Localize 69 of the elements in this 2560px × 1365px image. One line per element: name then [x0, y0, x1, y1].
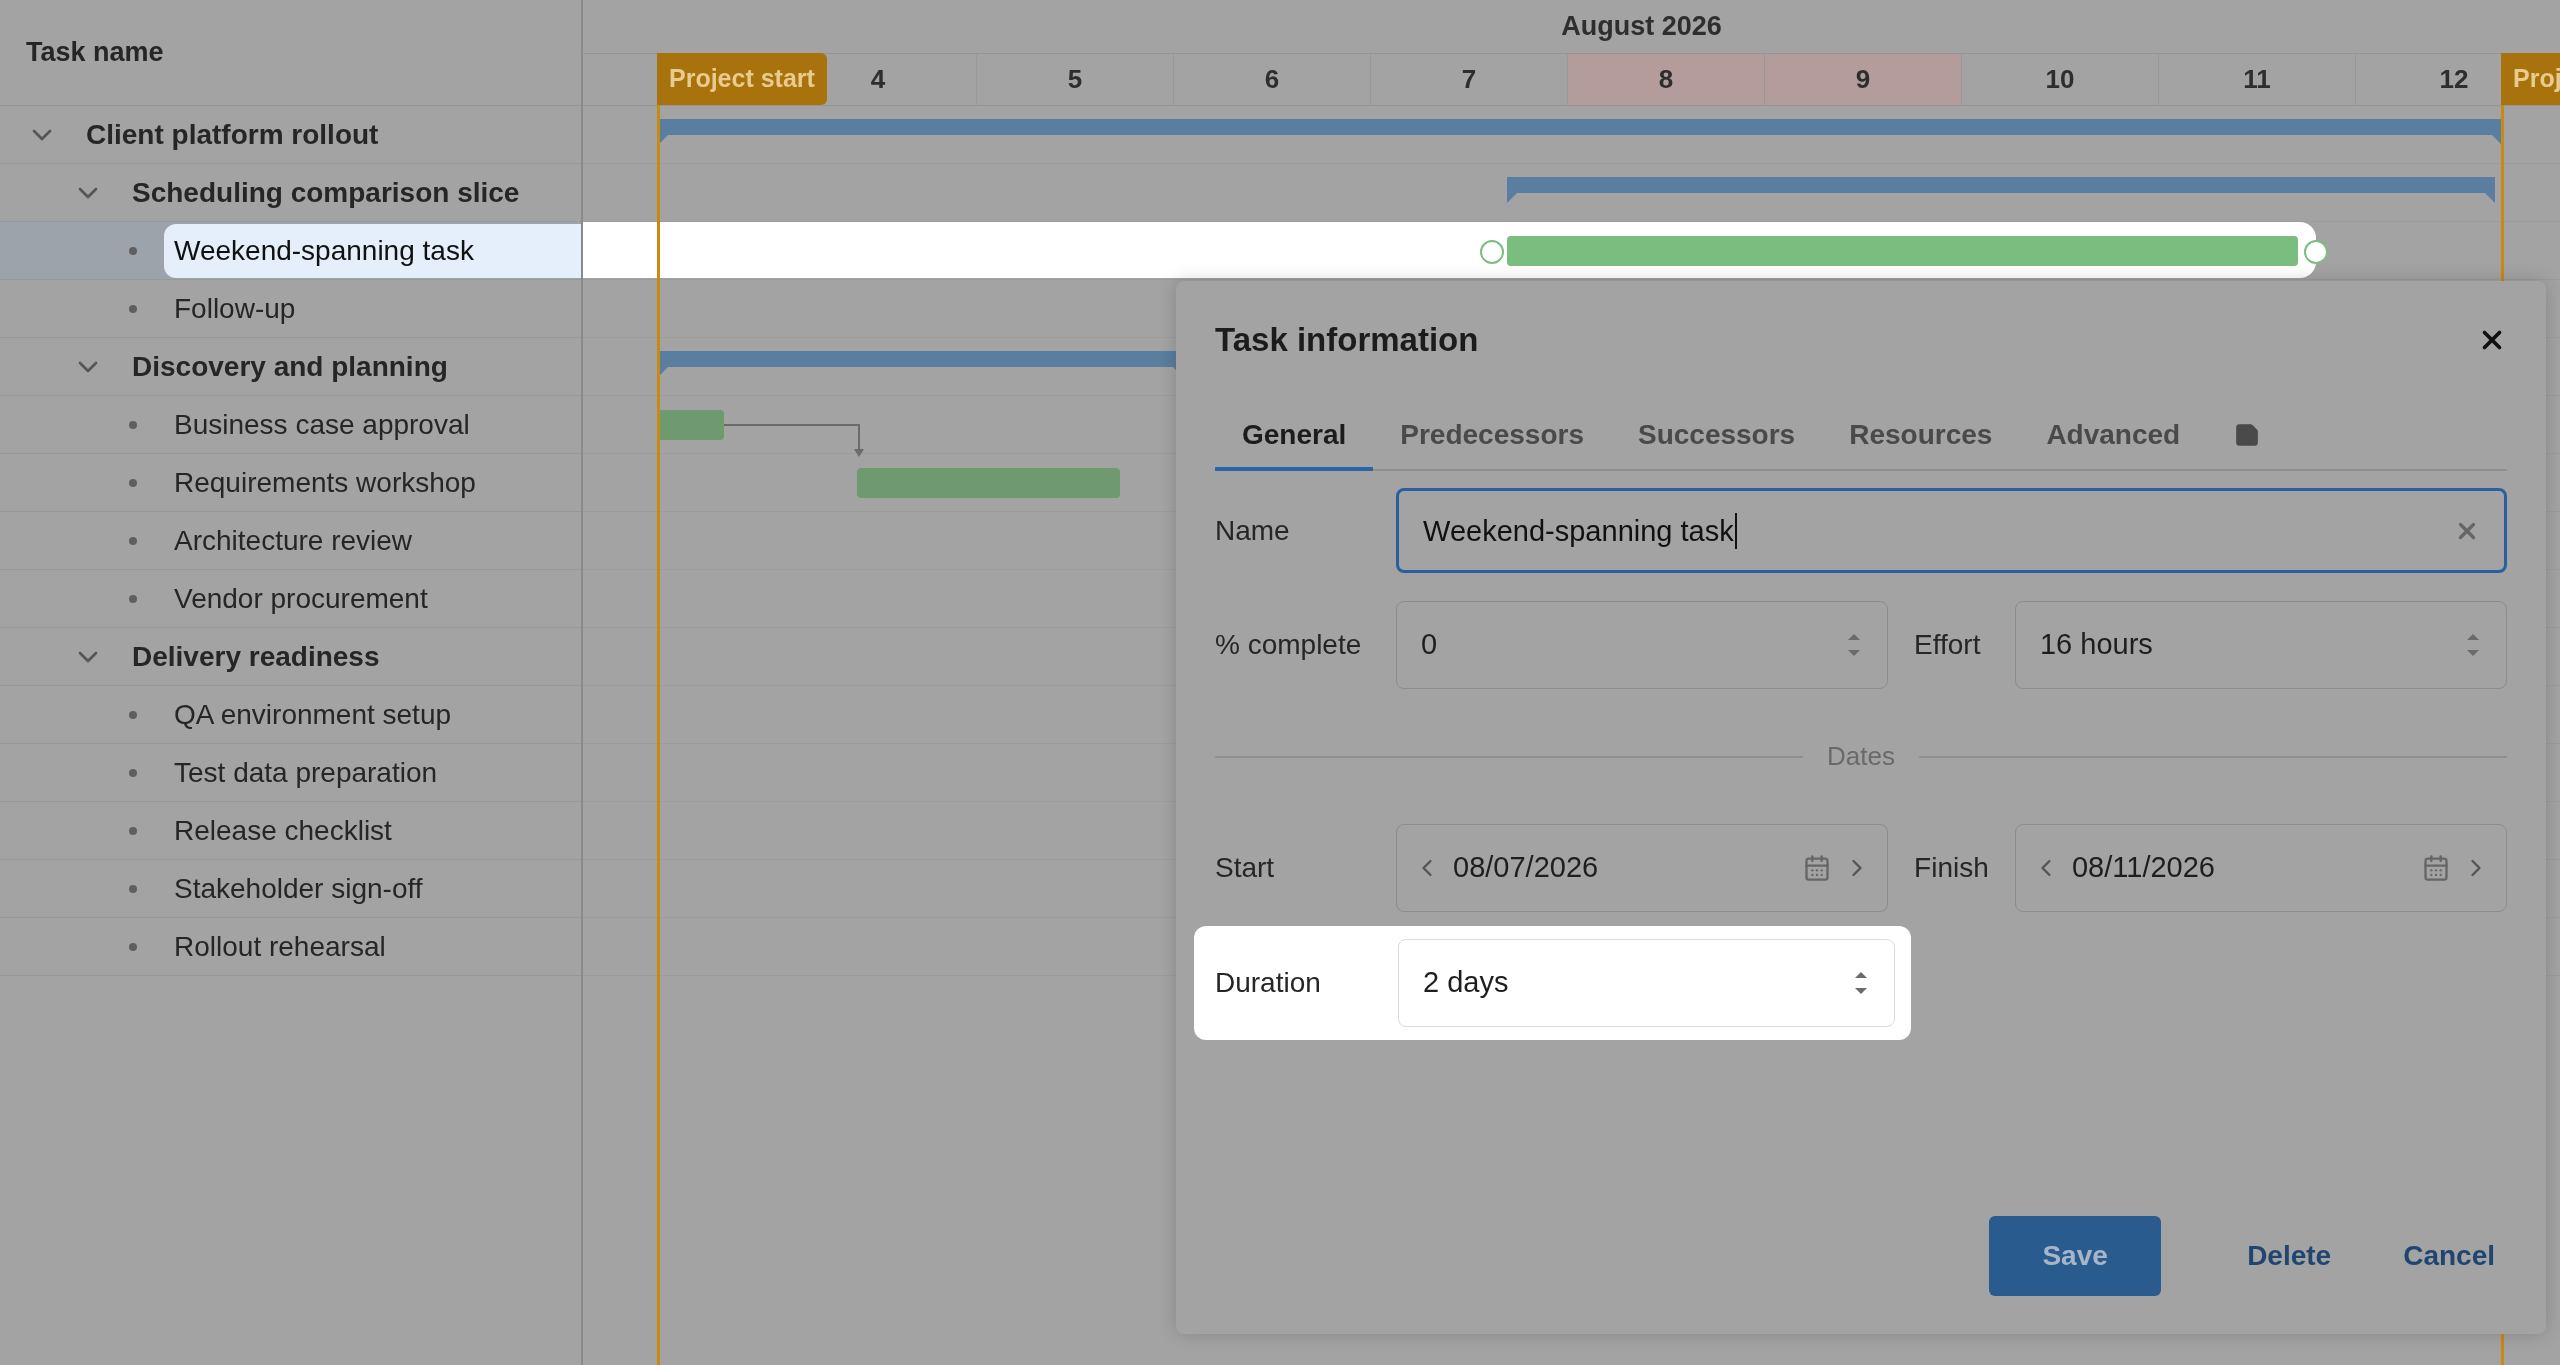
day-label: 5	[1067, 63, 1083, 96]
column-header: Task name	[26, 36, 164, 70]
tab[interactable]: Resources	[1822, 403, 2020, 471]
day-label: 8	[1658, 63, 1674, 96]
field-label: % complete	[1215, 628, 1363, 662]
dialog-title: Task information	[1215, 320, 1479, 361]
number-field[interactable]: 0	[1396, 601, 1889, 689]
field-label: Effort	[1913, 628, 1982, 662]
summary-bar[interactable]	[658, 119, 2502, 145]
bullet-icon	[128, 825, 138, 836]
task-name[interactable]: Architecture review	[174, 519, 413, 562]
selected-row[interactable]: Weekend-spanning task	[0, 222, 581, 280]
task-name[interactable]: Client platform rollout	[86, 113, 379, 156]
tab[interactable]: Successors	[1610, 403, 1823, 471]
task-name[interactable]: Release checklist	[174, 809, 392, 852]
task-name[interactable]: Discovery and planning	[132, 345, 448, 388]
day-label: 9	[1855, 63, 1871, 96]
day-label: 12	[2439, 63, 2469, 96]
task-name[interactable]: QA environment setup	[174, 693, 452, 736]
date-field[interactable]: 08/07/2026	[1396, 824, 1889, 912]
month-label: August 2026	[1561, 10, 1722, 44]
day-label: 4	[870, 63, 886, 96]
text-button[interactable]: Cancel	[2377, 1216, 2521, 1296]
task-name[interactable]: Rollout rehearsal	[174, 925, 386, 968]
section-label: Dates	[1827, 740, 1895, 773]
field-label: Duration	[1215, 966, 1322, 1000]
number-field[interactable]: 2 days	[1398, 939, 1895, 1027]
bullet-icon	[128, 941, 138, 952]
day-label: 11	[2243, 63, 2271, 96]
task-name[interactable]: Test data preparation	[174, 751, 438, 794]
day-label: 7	[1461, 63, 1477, 96]
task-name[interactable]: Scheduling comparison slice	[132, 171, 520, 214]
bullet-icon	[128, 245, 138, 256]
task-name[interactable]: Follow-up	[174, 287, 296, 330]
task-name[interactable]: Business case approval	[174, 403, 470, 446]
date-field[interactable]: 08/11/2026	[2014, 824, 2507, 912]
bullet-icon	[128, 419, 138, 430]
calendar-icon[interactable]	[1803, 854, 1832, 882]
field-label: Finish	[1913, 851, 1990, 885]
text-button[interactable]: Delete	[2221, 1216, 2358, 1296]
field-label: Start	[1215, 851, 1276, 885]
day-label: 6	[1264, 63, 1280, 96]
tab[interactable]: Predecessors	[1373, 403, 1611, 471]
milestone-label: Proj	[2501, 53, 2560, 105]
bullet-icon	[128, 883, 138, 894]
note-icon	[2234, 422, 2261, 448]
calendar-icon[interactable]	[2422, 854, 2450, 882]
day-label: 10	[2045, 63, 2075, 96]
task-name[interactable]: Weekend-spanning task	[164, 223, 581, 278]
bullet-icon	[128, 593, 138, 604]
summary-bar[interactable]	[1507, 177, 2495, 203]
bullet-icon	[128, 709, 138, 720]
bullet-icon	[128, 303, 138, 314]
tab[interactable]: Advanced	[2019, 403, 2208, 471]
field-label: Name	[1215, 513, 1291, 548]
milestone-label: Project start	[657, 53, 827, 105]
task-name[interactable]: Delivery readiness	[132, 635, 380, 678]
tab[interactable]: General	[1215, 403, 1374, 471]
number-field[interactable]: 16 hours	[2014, 601, 2507, 689]
connector-handle[interactable]	[2303, 239, 2329, 265]
bullet-icon	[128, 767, 138, 778]
task-name[interactable]: Stakeholder sign-off	[174, 867, 423, 910]
bullet-icon	[128, 477, 138, 488]
task-name[interactable]: Requirements workshop	[174, 461, 476, 504]
save-button[interactable]: Save	[1989, 1216, 2162, 1296]
task-name[interactable]: Vendor procurement	[174, 577, 428, 620]
bullet-icon	[128, 535, 138, 546]
name-field[interactable]: Weekend-spanning task	[1396, 488, 2507, 573]
text-cursor	[1734, 512, 1737, 549]
